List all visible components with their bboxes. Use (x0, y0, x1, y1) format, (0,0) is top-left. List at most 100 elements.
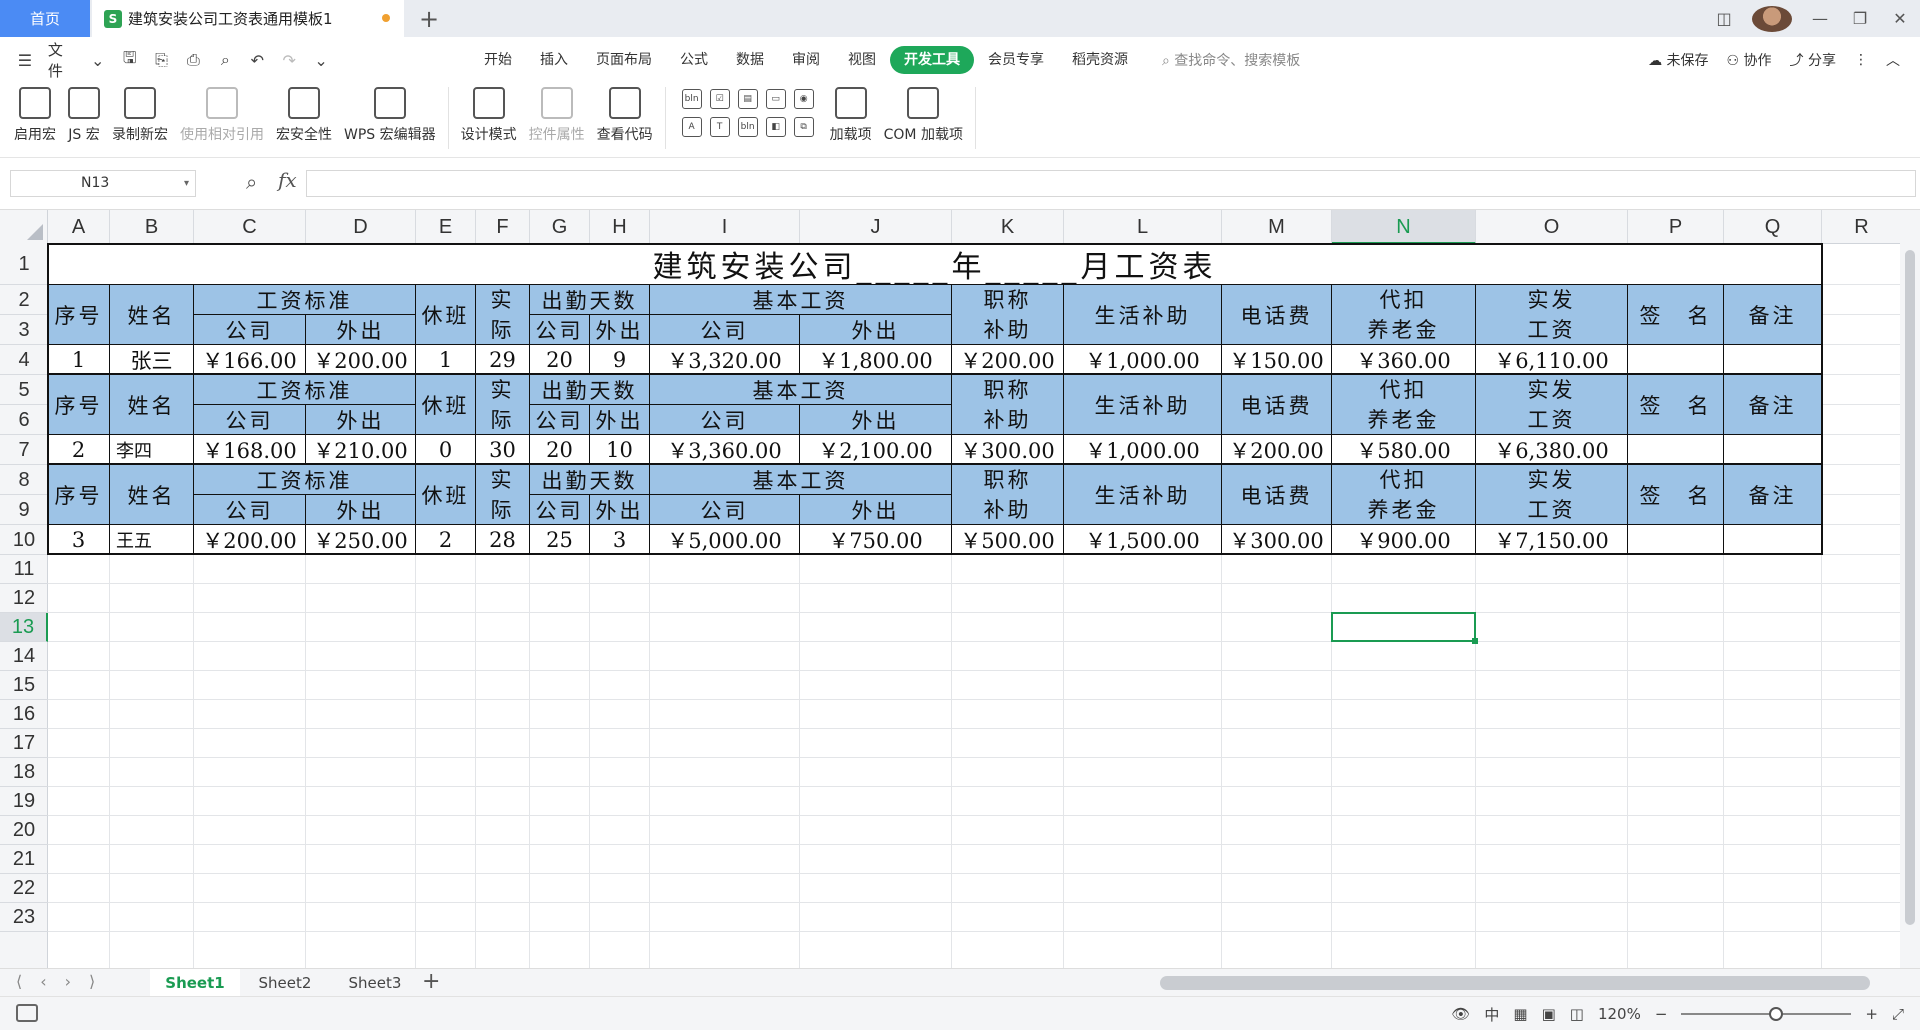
header-std-company[interactable]: 公司 (194, 495, 306, 525)
cell-remark[interactable] (1724, 345, 1822, 375)
macro-record-icon[interactable] (16, 1004, 38, 1022)
image-control-icon[interactable]: ◧ (765, 117, 786, 137)
cell-att-outside[interactable]: 3 (590, 525, 650, 555)
cell-basic-company[interactable]: ￥5,000.00 (650, 525, 800, 555)
cell-phone[interactable]: ￥300.00 (1222, 525, 1332, 555)
listbox-control-icon[interactable]: ▤ (737, 89, 758, 109)
column-header-h[interactable]: H (590, 210, 650, 244)
chevron-down-icon[interactable]: ⌄ (89, 51, 107, 70)
cell-std-company[interactable]: ￥200.00 (194, 525, 306, 555)
collapse-ribbon-icon[interactable]: ︿ (1886, 50, 1900, 70)
header-phone[interactable]: 电话费 (1222, 465, 1332, 525)
row-header-21[interactable]: 21 (0, 845, 48, 874)
column-header-i[interactable]: I (650, 210, 800, 244)
header-name[interactable]: 姓名 (110, 375, 194, 435)
cell-seq[interactable]: 2 (48, 435, 110, 465)
column-header-p[interactable]: P (1628, 210, 1724, 244)
cell-att-outside[interactable]: 9 (590, 345, 650, 375)
header-title-allowance[interactable]: 职称 补助 (952, 465, 1064, 525)
row-header-5[interactable]: 5 (0, 375, 48, 405)
cell-std-outside[interactable]: ￥250.00 (306, 525, 416, 555)
view-code-button[interactable]: 查看代码 (591, 83, 659, 144)
com-add-ins-button[interactable]: COM 加载项 (878, 83, 969, 144)
row-header-16[interactable]: 16 (0, 700, 48, 729)
new-tab-button[interactable]: + (414, 4, 444, 34)
hamburger-icon[interactable]: ☰ (16, 51, 34, 70)
button-control-icon[interactable]: bln (681, 89, 702, 109)
header-phone[interactable]: 电话费 (1222, 375, 1332, 435)
eye-protection-icon[interactable]: 👁 (1451, 1005, 1470, 1023)
header-actual[interactable]: 实际 (476, 375, 530, 435)
print-preview-icon[interactable]: ⌕ (216, 50, 234, 70)
cloud-save-status[interactable]: ☁ 未保存 (1648, 50, 1708, 70)
restore-button[interactable]: ❐ (1840, 9, 1880, 28)
save-icon[interactable]: 🖫 (121, 47, 139, 74)
cell-pension[interactable]: ￥580.00 (1332, 435, 1476, 465)
tab-review[interactable]: 审阅 (778, 46, 834, 74)
tab-developer[interactable]: 开发工具 (890, 46, 974, 74)
header-att-company[interactable]: 公司 (530, 315, 590, 345)
column-header-b[interactable]: B (110, 210, 194, 244)
header-sign[interactable]: 签 名 (1628, 375, 1724, 435)
column-header-a[interactable]: A (48, 210, 110, 244)
cell-basic-outside[interactable]: ￥2,100.00 (800, 435, 952, 465)
zoom-slider[interactable] (1681, 1007, 1852, 1021)
row-header-3[interactable]: 3 (0, 315, 48, 345)
row-header-19[interactable]: 19 (0, 787, 48, 816)
header-actual[interactable]: 实际 (476, 285, 530, 345)
zoom-level[interactable]: 120% (1598, 1005, 1641, 1023)
command-search[interactable]: ⌕ 查找命令、搜索模板 (1162, 50, 1300, 70)
cell-rest[interactable]: 0 (416, 435, 476, 465)
header-living-allowance[interactable]: 生活补助 (1064, 285, 1222, 345)
column-header-g[interactable]: G (530, 210, 590, 244)
header-basic-company[interactable]: 公司 (650, 405, 800, 435)
close-button[interactable]: ✕ (1880, 9, 1920, 28)
document-tab[interactable]: S 建筑安装公司工资表通用模板1 (92, 0, 404, 37)
header-phone[interactable]: 电话费 (1222, 285, 1332, 345)
column-header-l[interactable]: L (1064, 210, 1222, 244)
cell-title-allow[interactable]: ￥200.00 (952, 345, 1064, 375)
cell-name[interactable]: 李四 (110, 435, 194, 465)
header-name[interactable]: 姓名 (110, 465, 194, 525)
fullscreen-icon[interactable]: ⤢ (1892, 1005, 1904, 1023)
header-basic-wage[interactable]: 基本工资 (650, 375, 952, 405)
horizontal-scrollbar[interactable] (1160, 976, 1870, 990)
cell-pension[interactable]: ￥360.00 (1332, 345, 1476, 375)
checkbox-control-icon[interactable]: ☑ (709, 89, 730, 109)
print-icon[interactable]: ⎙ (185, 50, 203, 70)
column-header-j[interactable]: J (800, 210, 952, 244)
column-header-k[interactable]: K (952, 210, 1064, 244)
row-header-1[interactable]: 1 (0, 244, 48, 285)
header-remark[interactable]: 备注 (1724, 465, 1822, 525)
cell-living[interactable]: ￥1,000.00 (1064, 435, 1222, 465)
tab-insert[interactable]: 插入 (526, 46, 582, 74)
row-header-10[interactable]: 10 (0, 525, 48, 555)
row-header-12[interactable]: 12 (0, 584, 48, 613)
header-rest[interactable]: 休班 (416, 465, 476, 525)
input-method-icon[interactable]: 中 (1484, 1004, 1499, 1025)
minimize-button[interactable]: — (1800, 9, 1840, 28)
row-header-6[interactable]: 6 (0, 405, 48, 435)
cell-living[interactable]: ￥1,000.00 (1064, 345, 1222, 375)
js-macro-button[interactable]: JS 宏 (62, 83, 106, 144)
row-header-17[interactable]: 17 (0, 729, 48, 758)
page-layout-view-icon[interactable]: ▣ (1542, 1005, 1556, 1023)
cell-phone[interactable]: ￥150.00 (1222, 345, 1332, 375)
share-button[interactable]: ⤴ 分享 (1790, 50, 1836, 70)
cell-std-company[interactable]: ￥168.00 (194, 435, 306, 465)
header-seq[interactable]: 序号 (48, 375, 110, 435)
header-basic-company[interactable]: 公司 (650, 495, 800, 525)
radio-control-icon[interactable]: ◉ (793, 89, 814, 109)
export-pdf-icon[interactable]: ⎘ (153, 50, 171, 70)
header-seq[interactable]: 序号 (48, 465, 110, 525)
header-basic-outside[interactable]: 外出 (800, 315, 952, 345)
column-header-f[interactable]: F (476, 210, 530, 244)
header-std-outside[interactable]: 外出 (306, 405, 416, 435)
cell-living[interactable]: ￥1,500.00 (1064, 525, 1222, 555)
column-header-q[interactable]: Q (1724, 210, 1822, 244)
control-properties-button[interactable]: 控件属性 (523, 83, 591, 144)
header-living-allowance[interactable]: 生活补助 (1064, 465, 1222, 525)
header-wage-standard[interactable]: 工资标准 (194, 375, 416, 405)
cell-std-outside[interactable]: ￥200.00 (306, 345, 416, 375)
zoom-formula-icon[interactable]: ⌕ (246, 170, 257, 194)
